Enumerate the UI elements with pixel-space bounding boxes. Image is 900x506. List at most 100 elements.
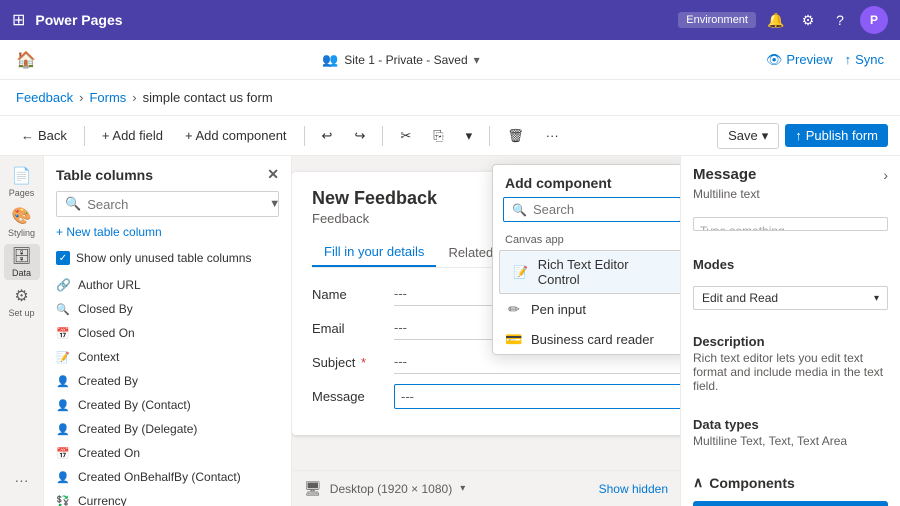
right-panel-title: Message	[693, 166, 756, 183]
popup-section-canvas: Canvas app	[493, 230, 680, 250]
col-item-author-url[interactable]: 🔗 Author URL	[44, 273, 291, 297]
breadcrumb-feedback[interactable]: Feedback	[16, 90, 73, 105]
back-icon: ←	[21, 128, 34, 143]
required-indicator: *	[361, 355, 366, 370]
lookup-icon: 🔍	[56, 303, 70, 316]
breadcrumb-forms[interactable]: Forms	[89, 90, 126, 105]
cut-button[interactable]: ✂	[391, 123, 420, 149]
sidebar-item-styling[interactable]: 🎨 Styling	[4, 204, 40, 240]
site-info: Site 1 - Private - Saved	[344, 53, 467, 67]
search-input[interactable]	[87, 197, 263, 212]
toolbar-sep4	[489, 126, 490, 146]
sidebar-item-pages[interactable]: 📄 Pages	[4, 164, 40, 200]
save-dropdown-icon[interactable]: ▾	[762, 128, 769, 144]
desktop-icon: 🖥	[304, 480, 322, 497]
right-panel: Message › Multiline text Type something.…	[680, 156, 900, 506]
home-icon[interactable]: 🏠	[16, 50, 36, 70]
add-field-button[interactable]: + Add field	[93, 123, 172, 148]
filter-icon[interactable]: ▼	[269, 198, 280, 210]
col-item-created-by-delegate[interactable]: 👤 Created By (Delegate)	[44, 417, 291, 441]
toolbar-separator	[84, 126, 85, 146]
delete-button[interactable]: 🗑	[498, 123, 533, 149]
popup-search-box[interactable]: 🔍	[503, 197, 680, 222]
popup-item-pen-input[interactable]: ✏ Pen input	[493, 294, 680, 324]
sidebar-item-data[interactable]: 🗄 Data	[4, 244, 40, 280]
tab-fill-details[interactable]: Fill in your details	[312, 238, 436, 267]
text-icon: 📝	[56, 351, 70, 364]
sidebar-item-more[interactable]: ···	[4, 462, 40, 498]
panel-close-button[interactable]: ✕	[267, 166, 279, 183]
form-canvas: New Feedback Feedback Fill in your detai…	[292, 156, 680, 506]
sidebar-item-setup[interactable]: ⚙ Set up	[4, 284, 40, 320]
col-item-closed-on[interactable]: 📅 Closed On	[44, 321, 291, 345]
pages-icon: 📄	[12, 166, 32, 186]
col-item-created-by[interactable]: 👤 Created By	[44, 369, 291, 393]
col-item-closed-by[interactable]: 🔍 Closed By	[44, 297, 291, 321]
main-layout: 📄 Pages 🎨 Styling 🗄 Data ⚙ Set up ··· Ta…	[0, 156, 900, 506]
message-field[interactable]: ---	[394, 384, 680, 409]
panel-title: Table columns	[56, 167, 153, 183]
undo-button[interactable]: ↩	[313, 123, 342, 149]
copy-dropdown[interactable]: ▾	[457, 123, 482, 149]
add-component-button[interactable]: + Add component	[176, 123, 296, 148]
desktop-label[interactable]: Desktop (1920 × 1080)	[330, 482, 452, 496]
message-label: Message	[312, 389, 382, 404]
env-badge: Environment	[678, 12, 756, 28]
data-types-title: Data types	[693, 417, 888, 432]
modes-dropdown[interactable]: Edit and Read ▾	[693, 286, 888, 310]
redo-button[interactable]: ↪	[345, 123, 374, 149]
more-icon: ···	[15, 472, 29, 488]
gear-icon[interactable]: ⚙	[796, 8, 820, 32]
publish-icon: ↑	[795, 128, 802, 143]
rich-text-icon: 📝	[512, 263, 530, 281]
currency-icon: 💱	[56, 495, 70, 506]
add-component-button[interactable]: + + Component	[693, 501, 888, 506]
styling-label: Styling	[8, 228, 35, 238]
popup-item-business-card[interactable]: 💳 Business card reader	[493, 324, 680, 354]
desktop-dropdown[interactable]: ▾	[460, 483, 465, 494]
back-button[interactable]: ← Back	[12, 123, 76, 148]
col-item-created-by-contact[interactable]: 👤 Created By (Contact)	[44, 393, 291, 417]
popup-title: Add component	[493, 165, 680, 197]
description-section: Description Rich text editor lets you ed…	[681, 328, 900, 399]
breadcrumb-current: simple contact us form	[143, 90, 273, 105]
components-expand-icon[interactable]: ∧	[693, 474, 703, 491]
new-table-column-button[interactable]: + New table column	[56, 225, 162, 239]
right-panel-chevron[interactable]: ›	[883, 167, 888, 183]
data-types-section: Data types Multiline Text, Text, Text Ar…	[681, 411, 900, 454]
show-unused-checkbox-row[interactable]: ✓ Show only unused table columns	[44, 247, 291, 273]
show-hidden-btn[interactable]: Show hidden	[599, 482, 668, 496]
user-icon: 👤	[56, 375, 70, 388]
panel-header: Table columns ✕	[44, 156, 291, 191]
add-component-popup: Add component 🔍 Canvas app 📝 Rich Text E…	[492, 164, 680, 355]
modes-value: Edit and Read	[702, 291, 778, 305]
preview-button[interactable]: 👁 Preview	[766, 52, 833, 68]
message-text-area[interactable]: Type something... ¶ — ··· B I U ≡ ···	[693, 217, 888, 231]
avatar[interactable]: P	[860, 6, 888, 34]
preview-icon: 👁	[766, 52, 783, 68]
copy-button[interactable]: ⎘	[424, 123, 452, 149]
col-item-currency[interactable]: 💱 Currency	[44, 489, 291, 506]
popup-search-input[interactable]	[533, 202, 672, 217]
help-icon[interactable]: ?	[828, 8, 852, 32]
site-dropdown-icon[interactable]: ▾	[474, 53, 480, 67]
save-button[interactable]: Save ▾	[717, 123, 779, 149]
popup-item-rich-text[interactable]: 📝 Rich Text Editor Control	[499, 250, 680, 294]
sync-icon: ↑	[845, 52, 852, 67]
sync-button[interactable]: ↑ Sync	[845, 52, 884, 67]
col-item-created-on[interactable]: 📅 Created On	[44, 441, 291, 465]
panel-search-box[interactable]: 🔍 ▼	[56, 191, 279, 217]
show-unused-checkbox[interactable]: ✓	[56, 251, 70, 265]
date-icon: 📅	[56, 327, 70, 340]
form-row-message: Message ---	[312, 384, 680, 409]
table-columns-panel: Table columns ✕ 🔍 ▼ + New table column ✓…	[44, 156, 292, 506]
col-item-created-onbehalf[interactable]: 👤 Created OnBehalfBy (Contact)	[44, 465, 291, 489]
subject-label: Subject *	[312, 355, 382, 370]
more-button[interactable]: ···	[537, 123, 568, 148]
components-section: ∧ Components	[681, 466, 900, 497]
bell-icon[interactable]: 🔔	[764, 8, 788, 32]
col-item-context[interactable]: 📝 Context	[44, 345, 291, 369]
publish-button[interactable]: ↑ Publish form	[785, 124, 888, 147]
modes-section: Modes	[681, 251, 900, 280]
right-panel-subtitle: Multiline text	[681, 187, 900, 209]
